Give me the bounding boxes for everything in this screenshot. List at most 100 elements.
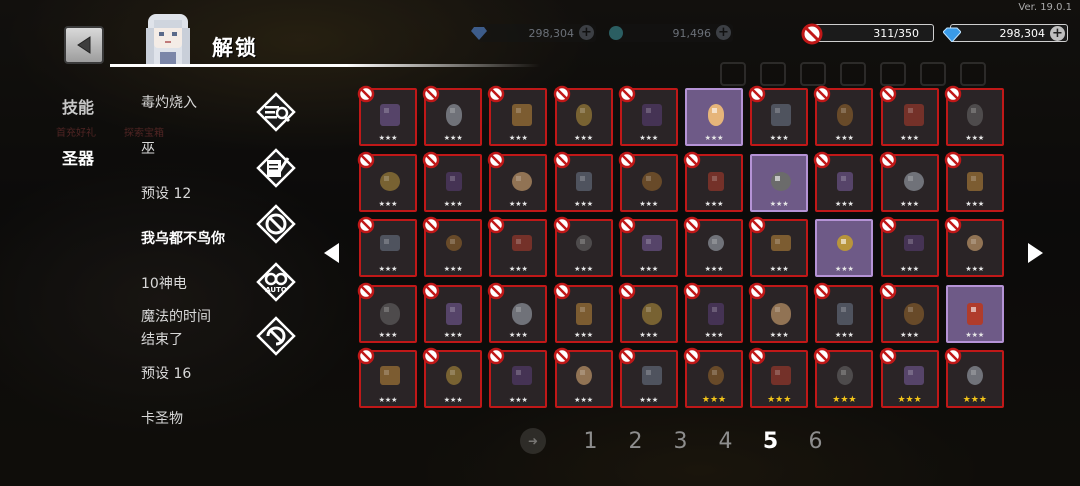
- relic-slot-sun-hat[interactable]: ★★★: [422, 347, 483, 408]
- relic-slot-bandaged-box[interactable]: ★★★: [815, 219, 874, 277]
- relic-slot-black-feather[interactable]: ★★★: [814, 282, 874, 343]
- preset-item-active[interactable]: 我乌都不鸟你: [141, 228, 225, 251]
- relic-slot-green-mask[interactable]: ★★★: [879, 151, 939, 212]
- relic-slot-gold-nugget[interactable]: ★★★: [683, 216, 743, 277]
- relic-slot-golden-chalice[interactable]: ★★★: [553, 85, 613, 146]
- relic-slot-twisted-branch[interactable]: ★★★: [748, 347, 809, 408]
- relic-slot-red-ring[interactable]: ★★★: [944, 347, 1004, 408]
- relic-slot-syringe[interactable]: ★★★: [748, 85, 809, 146]
- rarity-stars: ★★★: [900, 265, 919, 273]
- blue-gem-icon: [941, 23, 963, 45]
- ankh-icon: [380, 366, 400, 385]
- pagination: ➜ 1 2 3 4 5 6: [520, 424, 838, 458]
- scroll-quill-icon[interactable]: [256, 148, 296, 188]
- relic-slot-crossed-arrows[interactable]: ★★★: [748, 282, 809, 343]
- add-button: +: [716, 25, 731, 40]
- preset-item[interactable]: 10神电: [141, 273, 187, 296]
- relic-slot-black-dagger[interactable]: ★★★: [553, 216, 613, 277]
- relic-slot-dark-gauntlet[interactable]: ★★★: [879, 347, 939, 408]
- relic-slot-red-shield[interactable]: ★★★: [879, 85, 939, 146]
- relic-slot-purple-bat[interactable]: ★★★: [879, 216, 939, 277]
- relic-slot-green-card[interactable]: ★★★: [357, 151, 417, 212]
- dark-gauntlet-icon: [903, 366, 924, 385]
- category-skills[interactable]: 技能: [62, 94, 94, 118]
- preset-item[interactable]: 毒灼烧入: [141, 92, 197, 115]
- add-gems-button[interactable]: +: [1050, 26, 1065, 41]
- rarity-stars: ★★★: [378, 396, 398, 404]
- auto-loop-icon[interactable]: AUTO: [256, 262, 296, 302]
- green-card-icon: [380, 171, 400, 191]
- relic-slot-treasure-chest[interactable]: ★★★: [488, 282, 548, 343]
- relic-slot-grey-stone[interactable]: ★★★: [422, 85, 483, 146]
- no-sign-icon: [683, 282, 701, 299]
- relic-slot-golden-cube[interactable]: ★★★: [945, 284, 1004, 343]
- no-sign-icon: [553, 347, 570, 365]
- preset-item[interactable]: 巫: [141, 138, 155, 161]
- no-sign-icon: [618, 151, 636, 168]
- relic-slot-dark-tome[interactable]: ★★★: [618, 85, 678, 146]
- relic-slot-storm-cloud[interactable]: ★★★: [748, 216, 809, 277]
- back-button[interactable]: [64, 26, 104, 64]
- relic-slot-bread-loaf[interactable]: ★★★: [422, 216, 483, 277]
- relic-slot-small-die[interactable]: ★★★: [488, 85, 548, 146]
- page-3[interactable]: 3: [658, 429, 703, 454]
- relic-slot-iron-cross[interactable]: ★★★: [944, 85, 1004, 146]
- page-5-current[interactable]: 5: [748, 429, 793, 454]
- relic-slot-cake-slice[interactable]: ★★★: [879, 282, 939, 343]
- category-relics[interactable]: 圣器: [62, 145, 94, 169]
- relic-slot-first-aid-kit[interactable]: ★★★: [814, 151, 874, 212]
- blue-gem-icon: [468, 22, 490, 44]
- next-page-arrow[interactable]: [1028, 243, 1043, 263]
- page-2[interactable]: 2: [613, 429, 658, 454]
- preset-item[interactable]: 卡圣物: [141, 408, 183, 431]
- page-1[interactable]: 1: [568, 429, 613, 454]
- relic-slot-purple-glove[interactable]: ★★★: [553, 282, 613, 343]
- no-sign-icon: [488, 151, 505, 168]
- relic-slot-blue-cannon[interactable]: ★★★: [618, 151, 678, 212]
- relic-slot-ankh[interactable]: ★★★: [357, 347, 417, 408]
- relic-slot-purple-spellbook[interactable]: ★★★: [357, 85, 417, 146]
- relic-slot-bone-spear[interactable]: ★★★: [944, 151, 1004, 212]
- relic-slot-purple-blade[interactable]: ★★★: [488, 347, 548, 408]
- no-cancel-icon[interactable]: [256, 204, 296, 244]
- refresh-cancel-icon[interactable]: [256, 316, 296, 356]
- rarity-stars: ★★★: [704, 134, 724, 142]
- purple-glove-icon: [575, 302, 592, 325]
- preset-item[interactable]: 预设 12: [141, 183, 191, 206]
- rarity-stars: ★★★: [965, 265, 985, 273]
- relic-slot-bronze-medal[interactable]: ★★★: [944, 216, 1004, 277]
- relic-slot-holy-scroll[interactable]: ★★★: [553, 151, 613, 212]
- no-sign-icon: [944, 85, 962, 103]
- relic-slot-crescent-moon[interactable]: ★★★: [357, 216, 417, 277]
- relic-slot-old-letter[interactable]: ★★★: [553, 347, 613, 408]
- previous-page-arrow[interactable]: [324, 243, 339, 263]
- relic-slot-longbow[interactable]: ★★★: [357, 282, 417, 343]
- relic-grid: ★★★ ★★★ ★★★ ★★★ ★★★ ★★★ ★★★ ★★★ ★★★ ★★★ ★★★ ★★★ ★★★ ★…: [357, 85, 1009, 411]
- preset-item[interactable]: 预设 16: [141, 363, 191, 386]
- grey-stone-icon: [446, 104, 463, 126]
- relic-slot-red-sprout[interactable]: ★★★: [683, 151, 743, 212]
- relic-slot-dark-bird[interactable]: ★★★: [422, 282, 483, 343]
- page-4[interactable]: 4: [703, 429, 748, 454]
- relic-slot-green-cloak[interactable]: ★★★: [488, 216, 548, 277]
- preset-item[interactable]: 魔法的时间 结束了: [141, 306, 211, 352]
- no-sign-icon: [944, 347, 962, 365]
- relic-slot-bronze-gear[interactable]: ★★★: [618, 282, 678, 343]
- rarity-stars: ★★★: [508, 265, 528, 273]
- relic-slot-bronze-coin[interactable]: ★★★: [814, 85, 874, 146]
- relic-slot-coin-pouch[interactable]: ★★★: [683, 282, 743, 343]
- relic-slot-white-feather[interactable]: ★★★: [618, 347, 678, 408]
- relic-slot-fire-orb[interactable]: ★★★: [488, 151, 548, 212]
- no-sign-icon: [488, 282, 505, 299]
- no-sign-icon: [944, 151, 962, 168]
- search-list-icon[interactable]: [256, 92, 296, 132]
- relic-slot-dark-rifle[interactable]: ★★★: [422, 151, 483, 212]
- relic-slot-blue-dragon[interactable]: ★★★: [618, 216, 678, 277]
- relic-slot-red-egg[interactable]: ★★★: [750, 153, 809, 212]
- no-sign-icon: [488, 85, 505, 103]
- page-6[interactable]: 6: [793, 429, 838, 454]
- relic-slot-tattered-map[interactable]: ★★★: [683, 347, 743, 408]
- relic-slot-pink-brain-bun[interactable]: ★★★: [685, 88, 743, 146]
- relic-slot-black-skull[interactable]: ★★★: [814, 347, 874, 408]
- no-sign-icon: [422, 347, 440, 365]
